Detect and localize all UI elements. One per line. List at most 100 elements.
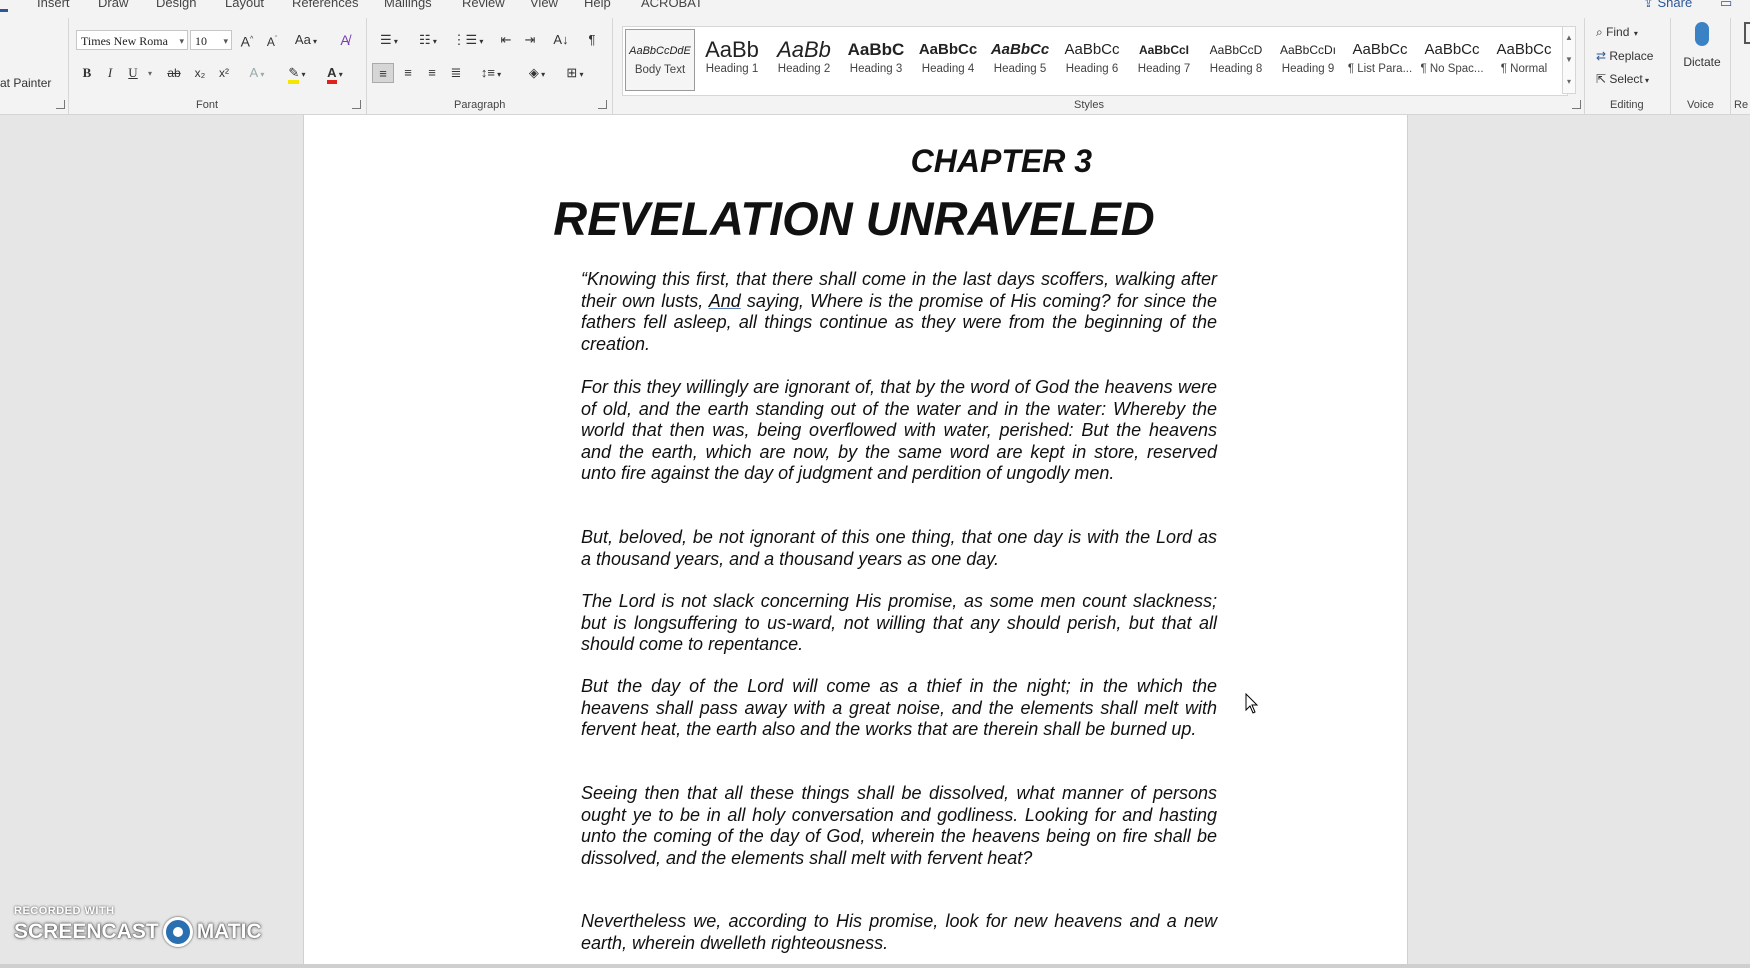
find-button[interactable]: ⌕ Find ▾ bbox=[1596, 22, 1638, 42]
bullets-button[interactable]: ☰ ▾ bbox=[374, 30, 404, 50]
justify-button[interactable]: ≣ bbox=[446, 63, 466, 83]
superscript-button[interactable]: x² bbox=[214, 63, 234, 83]
subscript-button[interactable]: x₂ bbox=[190, 63, 210, 83]
status-bar bbox=[0, 964, 1750, 968]
align-left-icon: ≡ bbox=[379, 66, 387, 81]
tab-review[interactable]: Review bbox=[462, 0, 505, 10]
cursor-arrow-icon: ⇱ bbox=[1596, 72, 1610, 86]
numbering-button[interactable]: ☷ ▾ bbox=[412, 30, 444, 50]
text-effects-icon: A bbox=[249, 65, 259, 80]
style-body-text[interactable]: AaBbCcDdE Body Text bbox=[625, 29, 695, 91]
chevron-down-icon[interactable]: ▼ bbox=[1563, 49, 1575, 71]
align-right-button[interactable]: ≡ bbox=[422, 63, 442, 83]
replace-button[interactable]: ⇄ Replace bbox=[1596, 46, 1653, 66]
style-normal[interactable]: AaBbCc ¶ Normal bbox=[1489, 29, 1559, 91]
tab-design[interactable]: Design bbox=[156, 0, 196, 10]
paragraph: But the day of the Lord will come as a t… bbox=[581, 676, 1217, 739]
document-page[interactable]: CHAPTER 3 REVELATION UNRAVELED “Knowing … bbox=[303, 115, 1408, 968]
sort-icon: A↓ bbox=[553, 32, 569, 47]
group-separator bbox=[1584, 18, 1585, 114]
increase-indent-button[interactable]: ⇥ bbox=[520, 30, 540, 50]
style-heading-4[interactable]: AaBbCc Heading 4 bbox=[913, 29, 983, 91]
select-button[interactable]: ⇱ Select ▾ bbox=[1596, 69, 1649, 89]
tab-draw[interactable]: Draw bbox=[98, 0, 128, 10]
font-color-button[interactable]: A ▾ bbox=[320, 63, 350, 84]
style-heading-2[interactable]: AaBb Heading 2 bbox=[769, 29, 839, 91]
styles-gallery-scroller[interactable]: ▲ ▼ ▾ bbox=[1562, 26, 1576, 94]
align-center-button[interactable]: ≡ bbox=[398, 63, 418, 83]
tab-help[interactable]: Help bbox=[584, 0, 611, 10]
style-list-paragraph[interactable]: AaBbCc ¶ List Para... bbox=[1345, 29, 1415, 91]
replace-icon: ⇄ bbox=[1596, 49, 1610, 63]
expand-gallery-icon[interactable]: ▾ bbox=[1563, 71, 1575, 93]
align-center-icon: ≡ bbox=[404, 65, 412, 80]
clipboard-dialog-launcher[interactable] bbox=[56, 100, 65, 109]
increase-indent-icon: ⇥ bbox=[524, 32, 536, 47]
chevron-down-icon: ▾ bbox=[223, 36, 228, 46]
align-left-button[interactable]: ≡ bbox=[372, 63, 394, 83]
show-formatting-button[interactable]: ¶ bbox=[582, 30, 602, 50]
group-separator bbox=[68, 18, 69, 114]
line-spacing-button[interactable]: ↕≡ ▾ bbox=[476, 63, 506, 83]
highlight-color-button[interactable]: ✎ ▾ bbox=[282, 63, 312, 84]
style-heading-7[interactable]: AaBbCcI Heading 7 bbox=[1129, 29, 1199, 91]
style-heading-9[interactable]: AaBbCcDı Heading 9 bbox=[1273, 29, 1343, 91]
ribbon: at Painter Times New Roma ▾ 10 ▾ A^ Aˇ Aa … bbox=[0, 12, 1750, 115]
underline-button[interactable]: U bbox=[124, 63, 142, 83]
tab-insert[interactable]: Insert bbox=[37, 0, 70, 10]
clear-formatting-button[interactable]: A̸ bbox=[334, 30, 356, 50]
screencast-logo-icon bbox=[162, 917, 193, 947]
chapter-heading: CHAPTER 3 bbox=[910, 143, 1092, 179]
strikethrough-button[interactable]: ab bbox=[162, 63, 186, 83]
chevron-up-icon[interactable]: ▲ bbox=[1563, 27, 1575, 49]
grow-font-button[interactable]: A^ bbox=[236, 30, 258, 50]
ribbon-tab-bar: Insert Draw Design Layout References Mai… bbox=[0, 0, 1750, 12]
sort-button[interactable]: A↓ bbox=[550, 30, 572, 50]
style-heading-6[interactable]: AaBbCc Heading 6 bbox=[1057, 29, 1127, 91]
multilevel-list-button[interactable]: ⋮☰ ▾ bbox=[452, 30, 484, 50]
shrink-font-button[interactable]: Aˇ bbox=[262, 30, 282, 50]
reuse-files-button[interactable] bbox=[1740, 22, 1750, 82]
dictate-button[interactable]: Dictate bbox=[1680, 22, 1724, 82]
align-right-icon: ≡ bbox=[428, 65, 436, 80]
paragraph-dialog-launcher[interactable] bbox=[598, 100, 607, 109]
borders-button[interactable]: ⊞ ▾ bbox=[560, 63, 590, 83]
document-icon bbox=[1744, 22, 1750, 44]
comments-button[interactable]: ▭ bbox=[1720, 0, 1732, 11]
screencast-watermark: RECORDED WITH SCREENCAST MATIC bbox=[14, 905, 262, 947]
paint-bucket-icon: ◈ bbox=[528, 65, 539, 80]
shading-button[interactable]: ◈ ▾ bbox=[522, 63, 552, 83]
tab-acrobat[interactable]: ACROBAT bbox=[641, 0, 703, 10]
decrease-indent-icon: ⇤ bbox=[500, 32, 512, 47]
style-no-spacing[interactable]: AaBbCc ¶ No Spac... bbox=[1417, 29, 1487, 91]
font-size-combo[interactable]: 10 ▾ bbox=[190, 30, 232, 50]
style-heading-5[interactable]: AaBbCc Heading 5 bbox=[985, 29, 1055, 91]
tab-references[interactable]: References bbox=[292, 0, 358, 10]
group-separator bbox=[612, 18, 613, 114]
italic-button[interactable]: I bbox=[101, 63, 119, 83]
share-icon: ⇪ bbox=[1643, 0, 1658, 10]
text-effects-button[interactable]: A ▾ bbox=[244, 63, 270, 83]
style-heading-3[interactable]: AaBbC Heading 3 bbox=[841, 29, 911, 91]
bold-button[interactable]: B bbox=[78, 63, 96, 83]
style-heading-1[interactable]: AaBb Heading 1 bbox=[697, 29, 767, 91]
highlighter-icon: ✎ bbox=[288, 65, 300, 84]
font-dialog-launcher[interactable] bbox=[352, 100, 361, 109]
reuse-group-label: Re bbox=[1734, 99, 1749, 111]
tab-view[interactable]: View bbox=[530, 0, 558, 10]
paragraph: Seeing then that all these things shall … bbox=[581, 783, 1217, 868]
pilcrow-icon: ¶ bbox=[588, 32, 596, 47]
tab-layout[interactable]: Layout bbox=[225, 0, 264, 10]
styles-group-label: Styles bbox=[1074, 99, 1104, 111]
format-painter-button[interactable]: at Painter bbox=[0, 73, 51, 93]
styles-dialog-launcher[interactable] bbox=[1572, 100, 1581, 109]
tab-mailings[interactable]: Mailings bbox=[384, 0, 432, 10]
style-heading-8[interactable]: AaBbCcD Heading 8 bbox=[1201, 29, 1271, 91]
font-name-combo[interactable]: Times New Roma ▾ bbox=[76, 30, 188, 50]
change-case-button[interactable]: Aa ▾ bbox=[290, 30, 322, 50]
share-button[interactable]: ⇪ Share bbox=[1643, 0, 1692, 11]
decrease-indent-button[interactable]: ⇤ bbox=[496, 30, 516, 50]
numbered-list-icon: ☷ bbox=[419, 32, 431, 47]
paragraph: But, beloved, be not ignorant of this on… bbox=[581, 527, 1217, 569]
font-group-label: Font bbox=[196, 99, 219, 111]
